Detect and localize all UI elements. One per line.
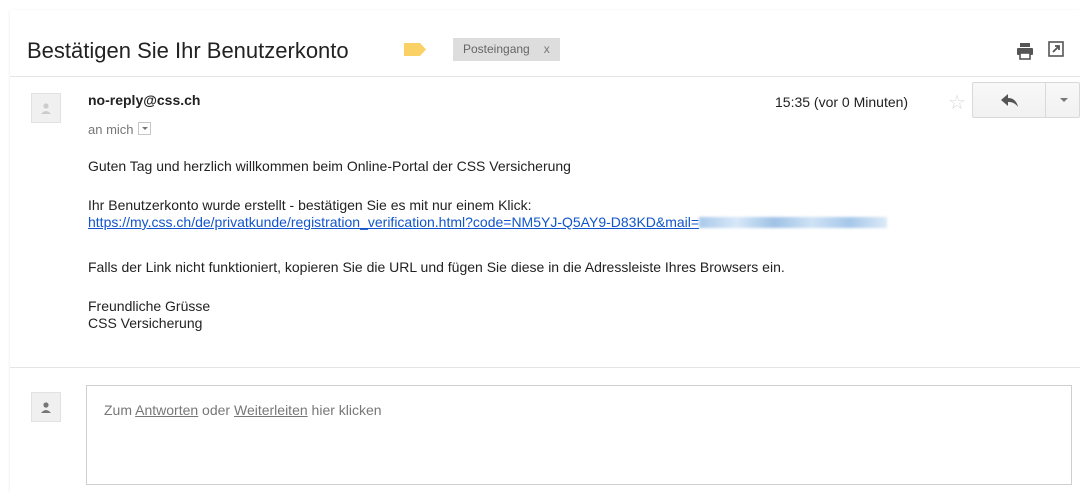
more-actions-button[interactable]	[1045, 82, 1080, 118]
show-details-dropdown-icon[interactable]	[137, 122, 151, 135]
reply-compose-box[interactable]: Zum Antworten oder Weiterleiten hier kli…	[86, 385, 1072, 485]
person-icon	[41, 402, 51, 413]
email-timestamp: 15:35 (vor 0 Minuten)	[775, 94, 909, 110]
recipient-label: an mich	[88, 122, 134, 137]
greeting-text: Guten Tag und herzlich willkommen beim O…	[88, 158, 571, 174]
fallback-text: Falls der Link nicht funktioniert, kopie…	[88, 259, 785, 275]
subject-header: Bestätigen Sie Ihr Benutzerkonto Postein…	[10, 10, 1080, 77]
reply-suffix: hier klicken	[307, 402, 382, 418]
divider	[10, 367, 1080, 368]
sender-address[interactable]: no-reply@css.ch	[88, 92, 200, 108]
sender-avatar	[31, 93, 61, 123]
star-icon[interactable]: ☆	[948, 90, 966, 115]
signature-text: CSS Versicherung	[88, 315, 203, 331]
email-subject: Bestätigen Sie Ihr Benutzerkonto	[27, 38, 349, 63]
remove-label-button[interactable]: x	[544, 42, 550, 56]
print-icon[interactable]	[1016, 42, 1034, 60]
redacted-email	[699, 217, 888, 228]
person-icon	[41, 103, 51, 114]
reply-link[interactable]: Antworten	[135, 402, 198, 418]
my-avatar	[31, 392, 61, 422]
reply-prefix: Zum	[104, 402, 136, 418]
closing-text: Freundliche Grüsse	[88, 298, 211, 314]
forward-link[interactable]: Weiterleiten	[234, 402, 308, 418]
important-label-icon[interactable]	[404, 43, 426, 56]
verification-link[interactable]: https://my.css.ch/de/privatkunde/registr…	[88, 214, 699, 230]
verify-link-row: https://my.css.ch/de/privatkunde/registr…	[88, 214, 888, 230]
new-window-icon[interactable]	[1048, 41, 1064, 57]
reply-arrow-icon	[1001, 94, 1018, 107]
account-created-text: Ihr Benutzerkonto wurde erstellt - bestä…	[88, 197, 532, 213]
reply-button[interactable]	[972, 82, 1046, 118]
reply-middle: oder	[198, 402, 234, 418]
inbox-label-chip[interactable]: Posteingang x	[453, 38, 560, 61]
inbox-label-text: Posteingang	[463, 42, 530, 56]
recipient-line: an mich	[88, 122, 151, 137]
email-thread-panel: Bestätigen Sie Ihr Benutzerkonto Postein…	[10, 10, 1080, 493]
